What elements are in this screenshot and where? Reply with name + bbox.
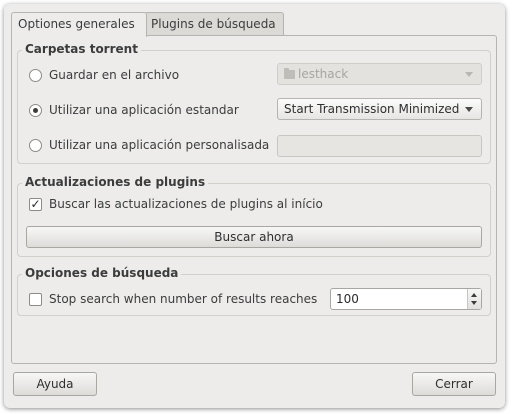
results-limit-value: 100 (336, 292, 359, 306)
standard-app-label: Utilizar una aplicación estandar (49, 103, 239, 117)
tab-general-options-label: Optiones generales (18, 17, 135, 31)
save-to-file-radio[interactable] (29, 68, 42, 82)
custom-app-option[interactable]: Utilizar una aplicación personalisada (29, 138, 269, 152)
search-options-group: Opciones de búsqueda Stop search when nu… (17, 266, 491, 316)
general-options-panel: Carpetas torrent Guardar en el archivo l… (11, 35, 497, 364)
results-limit-spinbox[interactable]: 100 (330, 288, 482, 310)
tab-search-plugins[interactable]: Plugins de búsqueda (144, 12, 284, 35)
stop-search-checkbox[interactable] (29, 292, 42, 306)
save-to-file-label: Guardar en el archivo (49, 68, 180, 82)
custom-app-label: Utilizar una aplicación personalisada (49, 138, 270, 152)
tab-search-plugins-label: Plugins de búsqueda (151, 17, 276, 31)
spin-buttons[interactable] (467, 289, 481, 309)
standard-app-radio[interactable] (29, 103, 42, 117)
spin-down-icon[interactable] (471, 301, 477, 305)
custom-app-radio[interactable] (29, 138, 42, 152)
folder-combo-value: lesthack (298, 67, 349, 81)
search-now-label: Buscar ahora (214, 230, 294, 244)
torrent-folders-title: Carpetas torrent (22, 42, 141, 56)
spin-up-icon[interactable] (471, 293, 477, 297)
search-now-button[interactable]: Buscar ahora (26, 226, 482, 248)
application-combo-value: Start Transmission Minimized (284, 102, 460, 116)
chevron-down-icon (465, 72, 473, 77)
application-combo[interactable]: Start Transmission Minimized (277, 98, 482, 120)
plugin-updates-title: Actualizaciones de plugins (22, 175, 209, 189)
check-updates-checkbox[interactable]: ✓ (29, 197, 42, 211)
preferences-dialog: Optiones generales Plugins de búsqueda C… (4, 4, 505, 408)
tab-general-options[interactable]: Optiones generales (11, 12, 147, 37)
check-updates-label: Buscar las actualizaciones de plugins al… (49, 197, 323, 211)
folder-combo[interactable]: lesthack (277, 63, 482, 85)
search-options-title: Opciones de búsqueda (22, 266, 182, 280)
save-to-file-option[interactable]: Guardar en el archivo (29, 68, 179, 82)
stop-search-option[interactable]: Stop search when number of results reach… (29, 292, 317, 306)
torrent-folders-group: Carpetas torrent Guardar en el archivo l… (17, 42, 491, 164)
chevron-down-icon (465, 107, 473, 112)
custom-app-field[interactable] (277, 135, 482, 157)
help-button-label: Ayuda (36, 377, 74, 391)
plugin-updates-group: Actualizaciones de plugins ✓ Buscar las … (17, 175, 491, 257)
check-updates-option[interactable]: ✓ Buscar las actualizaciones de plugins … (29, 197, 323, 211)
folder-icon (284, 67, 295, 79)
stop-search-label: Stop search when number of results reach… (49, 292, 318, 306)
standard-app-option[interactable]: Utilizar una aplicación estandar (29, 103, 239, 117)
close-button[interactable]: Cerrar (412, 372, 496, 396)
close-button-label: Cerrar (435, 377, 473, 391)
help-button[interactable]: Ayuda (13, 372, 97, 396)
